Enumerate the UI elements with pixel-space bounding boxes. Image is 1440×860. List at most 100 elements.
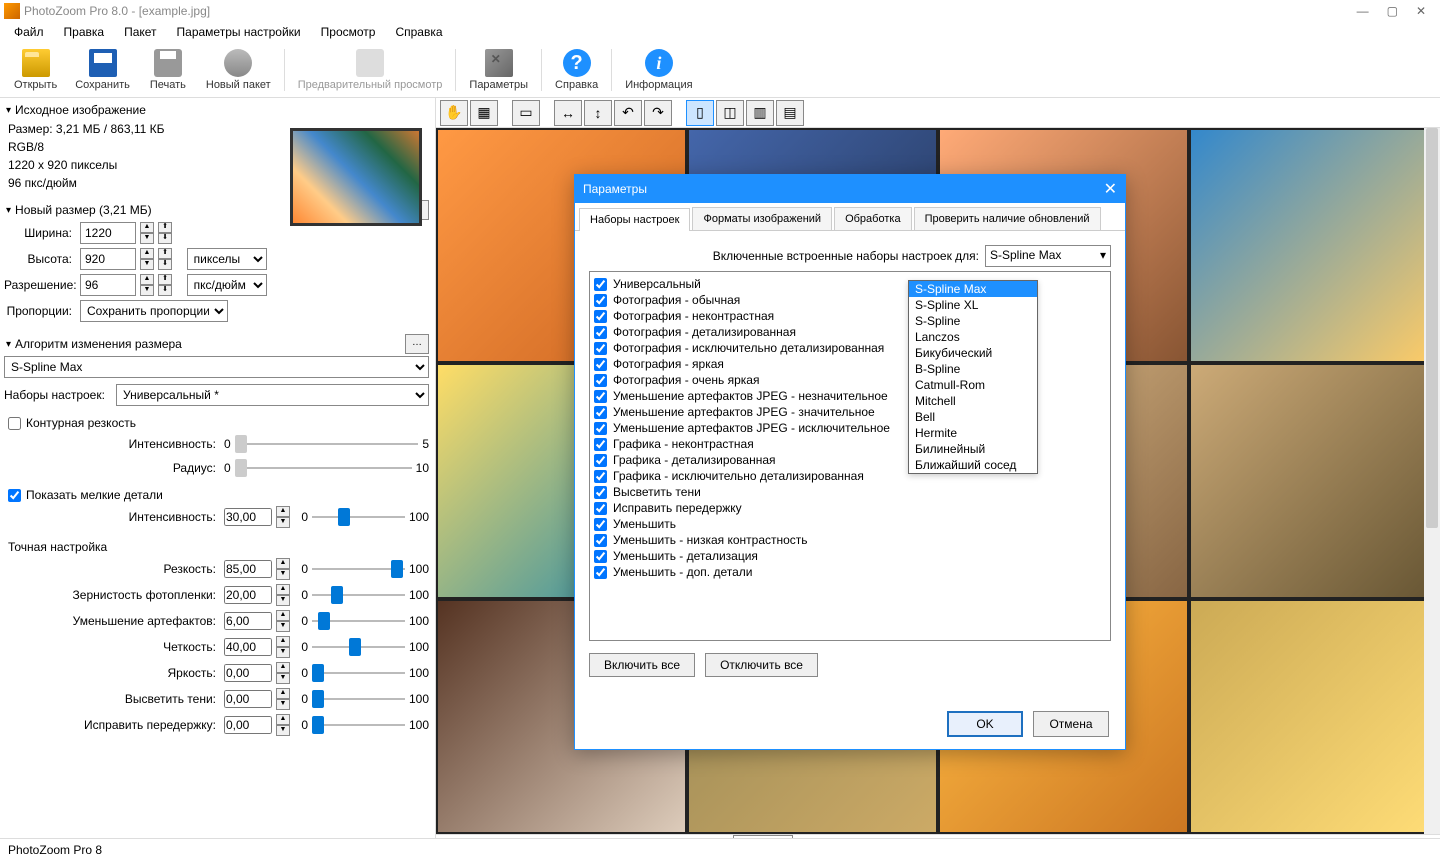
- params-button[interactable]: Параметры: [461, 44, 536, 96]
- menu-batch[interactable]: Пакет: [114, 23, 166, 41]
- preset-item[interactable]: Уменьшить: [594, 516, 1106, 532]
- cancel-button[interactable]: Отмена: [1033, 711, 1109, 737]
- grain-spinner[interactable]: ▲▼: [276, 584, 290, 606]
- new-batch-button[interactable]: Новый пакет: [198, 44, 279, 96]
- preset-checkbox[interactable]: [594, 534, 607, 547]
- preset-checkbox[interactable]: [594, 326, 607, 339]
- preset-method-select[interactable]: S-Spline Max: [985, 245, 1111, 267]
- preview-button[interactable]: Предварительный просмотр: [290, 44, 451, 96]
- dropdown-item[interactable]: Bell: [909, 409, 1037, 425]
- artif-input[interactable]: [224, 612, 272, 630]
- dropdown-item[interactable]: S-Spline XL: [909, 297, 1037, 313]
- dropdown-item[interactable]: S-Spline Max: [909, 281, 1037, 297]
- menu-file[interactable]: Файл: [4, 23, 54, 41]
- rotate-cw-button[interactable]: ↷: [644, 100, 672, 126]
- detail-intensity-input[interactable]: [224, 508, 272, 526]
- vertical-scrollbar[interactable]: [1424, 128, 1440, 834]
- preset-checkbox[interactable]: [594, 518, 607, 531]
- dropdown-item[interactable]: Catmull-Rom: [909, 377, 1037, 393]
- algo-options-button[interactable]: …: [405, 334, 429, 354]
- resolution-spinner[interactable]: ▲▼: [140, 274, 154, 296]
- resolution-input[interactable]: [80, 274, 136, 296]
- sharp-slider[interactable]: [312, 559, 405, 579]
- preset-item[interactable]: Уменьшить - доп. детали: [594, 564, 1106, 580]
- over-input[interactable]: [224, 716, 272, 734]
- preset-item[interactable]: Уменьшить - низкая контрастность: [594, 532, 1106, 548]
- over-spinner[interactable]: ▲▼: [276, 714, 290, 736]
- preset-checkbox[interactable]: [594, 374, 607, 387]
- dropdown-item[interactable]: Lanczos: [909, 329, 1037, 345]
- shadow-slider[interactable]: [312, 689, 405, 709]
- proportions-select[interactable]: Сохранить пропорции: [80, 300, 228, 322]
- preset-checkbox[interactable]: [594, 566, 607, 579]
- preset-checkbox[interactable]: [594, 502, 607, 515]
- preset-checkbox[interactable]: [594, 310, 607, 323]
- preset-checkbox[interactable]: [594, 358, 607, 371]
- preset-checkbox[interactable]: [594, 278, 607, 291]
- source-section-header[interactable]: ▾Исходное изображение: [4, 100, 429, 120]
- view-single-button[interactable]: ▯: [686, 100, 714, 126]
- bright-slider[interactable]: [312, 663, 405, 683]
- method-select[interactable]: S-Spline Max: [4, 356, 429, 378]
- clarity-spinner[interactable]: ▲▼: [276, 636, 290, 658]
- algo-section-header[interactable]: ▾Алгоритм изменения размера: [4, 334, 405, 354]
- preset-checkbox[interactable]: [594, 390, 607, 403]
- method-dropdown[interactable]: S-Spline MaxS-Spline XLS-SplineLanczosБи…: [908, 280, 1038, 474]
- dialog-titlebar[interactable]: Параметры ✕: [575, 175, 1125, 203]
- menu-settings[interactable]: Параметры настройки: [167, 23, 311, 41]
- dropdown-item[interactable]: Бикубический: [909, 345, 1037, 361]
- width-input[interactable]: [80, 222, 136, 244]
- preset-item[interactable]: Уменьшить - детализация: [594, 548, 1106, 564]
- detail-intensity-slider[interactable]: [312, 507, 405, 527]
- shadow-spinner[interactable]: ▲▼: [276, 688, 290, 710]
- flip-v-button[interactable]: ↕: [584, 100, 612, 126]
- dropdown-item[interactable]: Ближайший сосед: [909, 457, 1037, 473]
- menu-view[interactable]: Просмотр: [311, 23, 386, 41]
- tab-updates[interactable]: Проверить наличие обновлений: [914, 207, 1101, 230]
- artif-slider[interactable]: [312, 611, 405, 631]
- res-unit-select[interactable]: пкс/дюйм: [187, 274, 267, 296]
- preset-item[interactable]: Высветить тени: [594, 484, 1106, 500]
- enable-all-button[interactable]: Включить все: [589, 653, 695, 677]
- height-spinner[interactable]: ▲▼: [140, 248, 154, 270]
- dropdown-item[interactable]: Билинейный: [909, 441, 1037, 457]
- dropdown-item[interactable]: S-Spline: [909, 313, 1037, 329]
- view-side-button[interactable]: ▥: [746, 100, 774, 126]
- menu-help[interactable]: Справка: [385, 23, 452, 41]
- height-input[interactable]: [80, 248, 136, 270]
- crop-button[interactable]: ▭: [512, 100, 540, 126]
- detail-checkbox[interactable]: [8, 489, 21, 502]
- preset-checkbox[interactable]: [594, 438, 607, 451]
- preset-checkbox[interactable]: [594, 342, 607, 355]
- disable-all-button[interactable]: Отключить все: [705, 653, 818, 677]
- bright-spinner[interactable]: ▲▼: [276, 662, 290, 684]
- rotate-ccw-button[interactable]: ↶: [614, 100, 642, 126]
- dropdown-item[interactable]: Hermite: [909, 425, 1037, 441]
- ok-button[interactable]: OK: [947, 711, 1023, 737]
- save-button[interactable]: Сохранить: [67, 44, 138, 96]
- bright-input[interactable]: [224, 664, 272, 682]
- over-slider[interactable]: [312, 715, 405, 735]
- dropdown-item[interactable]: Mitchell: [909, 393, 1037, 409]
- open-button[interactable]: Открыть: [6, 44, 65, 96]
- sharp-spinner[interactable]: ▲▼: [276, 558, 290, 580]
- preset-checkbox[interactable]: [594, 454, 607, 467]
- tab-presets[interactable]: Наборы настроек: [579, 208, 690, 231]
- dialog-close-button[interactable]: ✕: [1104, 179, 1117, 199]
- tab-formats[interactable]: Форматы изображений: [692, 207, 832, 230]
- select-tool-button[interactable]: ▦: [470, 100, 498, 126]
- preset-checkbox[interactable]: [594, 550, 607, 563]
- clarity-input[interactable]: [224, 638, 272, 656]
- close-button[interactable]: ✕: [1416, 4, 1426, 18]
- view-split-button[interactable]: ◫: [716, 100, 744, 126]
- preset-checkbox[interactable]: [594, 422, 607, 435]
- intensity-slider[interactable]: [235, 434, 419, 454]
- hand-tool-button[interactable]: ✋: [440, 100, 468, 126]
- shadow-input[interactable]: [224, 690, 272, 708]
- preset-select[interactable]: Универсальный *: [116, 384, 429, 406]
- contour-checkbox[interactable]: [8, 417, 21, 430]
- preset-checkbox[interactable]: [594, 486, 607, 499]
- grain-slider[interactable]: [312, 585, 405, 605]
- preset-checkbox[interactable]: [594, 470, 607, 483]
- flip-h-button[interactable]: ↔: [554, 100, 582, 126]
